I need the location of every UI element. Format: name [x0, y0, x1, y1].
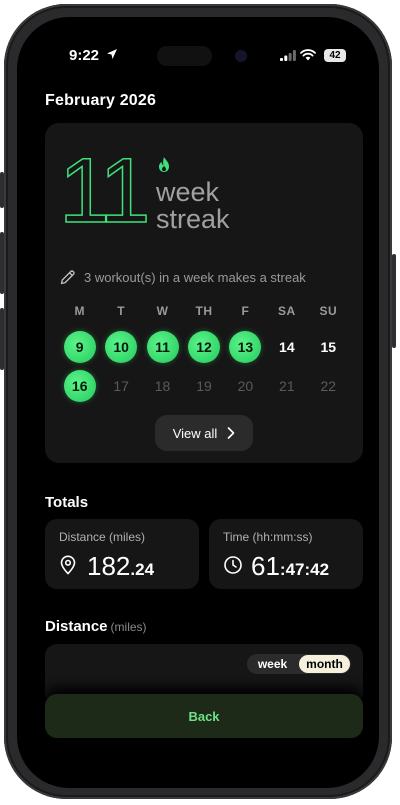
calendar-day-completed[interactable]: 11: [146, 331, 179, 363]
view-all-button[interactable]: View all: [155, 415, 253, 451]
flame-icon: [159, 157, 169, 172]
calendar-day-future: 18: [154, 378, 171, 394]
weekday-label: SU: [319, 304, 338, 318]
weekday-label: M: [74, 304, 85, 318]
streak-card: 11 week streak 3 workout(s) in a week ma…: [45, 123, 363, 463]
distance-total-card: Distance (miles) 182.24: [45, 519, 199, 589]
distance-section-title: Distance (miles): [45, 618, 147, 635]
distance-total-fraction: .24: [130, 560, 155, 579]
weekday-label: SA: [278, 304, 296, 318]
status-bar: 9:22 42: [17, 17, 379, 66]
time-total-card: Time (hh:mm:ss) 61:47:42: [209, 519, 363, 589]
volume-down-button: [0, 308, 4, 370]
clock-icon: [224, 556, 242, 574]
cellular-signal-icon: [280, 50, 296, 61]
power-button: [392, 254, 396, 348]
calendar-day[interactable]: 14: [271, 331, 303, 363]
toggle-week[interactable]: week: [247, 655, 298, 673]
status-time: 9:22: [69, 47, 100, 64]
calendar-day-future: 20: [237, 378, 254, 394]
calendar-day[interactable]: 15: [312, 331, 344, 363]
location-arrow-icon: [107, 49, 117, 59]
streak-rule-text: 3 workout(s) in a week makes a streak: [84, 270, 306, 285]
time-total-label: Time (hh:mm:ss): [223, 530, 313, 544]
month-title: February 2026: [45, 92, 157, 109]
chevron-right-icon: [227, 427, 235, 439]
calendar-day-future: 22: [320, 378, 337, 394]
time-total-fraction: :47:42: [279, 560, 330, 579]
calendar-day-completed[interactable]: 13: [229, 331, 262, 363]
view-all-label: View all: [172, 425, 218, 441]
back-button[interactable]: Back: [45, 694, 363, 738]
distance-section-unit: (miles): [110, 620, 147, 634]
time-total-main: 61: [251, 551, 280, 581]
weekday-label: F: [241, 304, 250, 318]
weekday-label: W: [156, 304, 169, 318]
totals-title: Totals: [45, 494, 89, 511]
calendar-day-completed[interactable]: 16: [63, 370, 96, 402]
front-camera: [235, 50, 247, 62]
screen: 9:22 42 February 2026 11 week streak 3 w…: [17, 17, 379, 788]
distance-total-main: 182: [87, 551, 131, 581]
distance-total-label: Distance (miles): [59, 530, 146, 544]
streak-label-line1: week: [156, 177, 220, 207]
calendar-day-completed[interactable]: 10: [105, 331, 138, 363]
time-total-value: 61:47:42: [251, 551, 329, 582]
streak-label-line2: streak: [156, 204, 230, 234]
weekday-label: T: [117, 304, 126, 318]
calendar-grid: 9 10 11 12 13 14 15 16 17 18 19 20 21 22: [59, 331, 349, 402]
location-pin-icon: [60, 555, 76, 575]
toggle-month[interactable]: month: [299, 655, 350, 673]
distance-total-value: 182.24: [87, 551, 154, 582]
calendar-day-completed[interactable]: 9: [63, 331, 96, 363]
streak-count: 11: [58, 140, 151, 242]
wifi-icon: [300, 49, 316, 61]
weekday-label: TH: [195, 304, 213, 318]
streak-rule: 3 workout(s) in a week makes a streak: [59, 269, 306, 286]
calendar-day-future: 17: [113, 378, 129, 394]
action-button: [0, 172, 4, 208]
volume-up-button: [0, 232, 4, 294]
phone-frame: 9:22 42 February 2026 11 week streak 3 w…: [0, 4, 396, 799]
calendar-day-completed[interactable]: 12: [187, 331, 220, 363]
dynamic-island: [157, 46, 212, 66]
weekday-header: M T W TH F SA SU: [59, 304, 349, 318]
distance-section-label: Distance: [45, 618, 108, 635]
calendar-day-future: 19: [196, 378, 212, 394]
battery-indicator: 42: [324, 49, 346, 62]
calendar-day-future: 21: [279, 378, 295, 394]
period-toggle: week month: [247, 654, 351, 674]
streak-label: week streak: [156, 179, 230, 233]
pencil-icon: [60, 270, 75, 285]
